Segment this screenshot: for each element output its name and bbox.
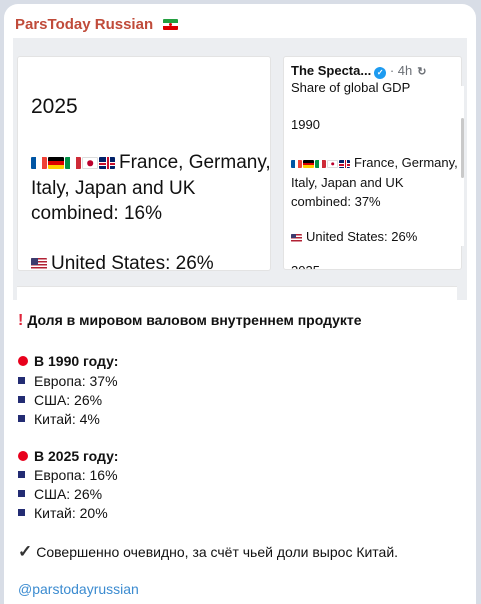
blue-square-icon: [18, 377, 25, 384]
red-circle-icon: [18, 451, 28, 461]
section-1990-title: В 1990 году:: [18, 353, 118, 369]
tweet-author: The Specta... ✓ · 4h ↻: [291, 63, 427, 79]
post-heading: ! Доля в мировом валовом внутреннем проду…: [18, 312, 362, 329]
card-countries-text: France, Germany, Italy, Japan and UK com…: [31, 151, 271, 224]
country-flags-icon: [291, 154, 351, 173]
card-year: 2025: [31, 95, 78, 118]
message-bubble: ParsToday Russian 2025 France, Germany, …: [4, 4, 476, 604]
italy-flag-icon: [65, 157, 81, 169]
uk-flag-icon: [339, 160, 350, 168]
japan-flag-icon: [82, 157, 98, 169]
red-circle-icon: [18, 356, 28, 366]
list-item: Китай: 20%: [18, 505, 108, 521]
germany-flag-icon: [303, 160, 314, 168]
blue-square-icon: [18, 396, 25, 403]
france-flag-icon: [31, 157, 47, 169]
checkmark-icon: ✓: [18, 542, 33, 561]
blue-square-icon: [18, 509, 25, 516]
tweet-us-text: United States: 26%: [291, 229, 417, 245]
verified-badge-icon: ✓: [374, 67, 387, 79]
list-item: Европа: 37%: [18, 373, 118, 389]
section-2025-title: В 2025 году:: [18, 448, 118, 464]
tweet-year: 1990: [291, 117, 320, 132]
channel-handle-link[interactable]: @parstodayrussian: [18, 581, 139, 597]
us-flag-icon: [291, 230, 303, 245]
france-flag-icon: [291, 160, 302, 168]
next-card-strip: [17, 286, 457, 300]
uk-flag-icon: [99, 157, 115, 169]
us-flag-icon: [31, 254, 48, 270]
post-conclusion: ✓ Совершенно очевидно, за счёт чьей доли …: [18, 542, 399, 561]
blue-square-icon: [18, 490, 25, 497]
tweet-time: · 4h: [389, 63, 413, 78]
channel-name-text[interactable]: ParsToday Russian: [15, 16, 153, 33]
image-card-2025[interactable]: 2025 France, Germany, Italy, Japan and U…: [17, 56, 271, 271]
iran-flag-icon: [163, 19, 179, 30]
tweet-subtitle: Share of global GDP: [291, 80, 411, 95]
card-us-text: United States: 26%: [31, 253, 214, 270]
tweet-next-year-cut: 2025: [291, 263, 320, 269]
exclamation-icon: !: [18, 312, 24, 329]
tweet-card[interactable]: The Specta... ✓ · 4h ↻ Share of global GDP…: [283, 56, 462, 270]
list-item: Китай: 4%: [18, 411, 100, 427]
country-flags-icon: [31, 151, 116, 176]
sync-icon: ↻: [417, 66, 427, 78]
channel-name[interactable]: ParsToday Russian: [15, 16, 179, 33]
germany-flag-icon: [48, 157, 64, 169]
media-preview[interactable]: 2025 France, Germany, Italy, Japan and U…: [13, 38, 467, 300]
list-item: Европа: 16%: [18, 467, 118, 483]
scrollbar-thumb[interactable]: [461, 118, 464, 178]
blue-square-icon: [18, 415, 25, 422]
list-item: США: 26%: [18, 392, 102, 408]
italy-flag-icon: [315, 160, 326, 168]
blue-square-icon: [18, 471, 25, 478]
tweet-countries-text: France, Germany, Italy, Japan and UK com…: [291, 154, 458, 209]
list-item: США: 26%: [18, 486, 102, 502]
japan-flag-icon: [327, 160, 338, 168]
